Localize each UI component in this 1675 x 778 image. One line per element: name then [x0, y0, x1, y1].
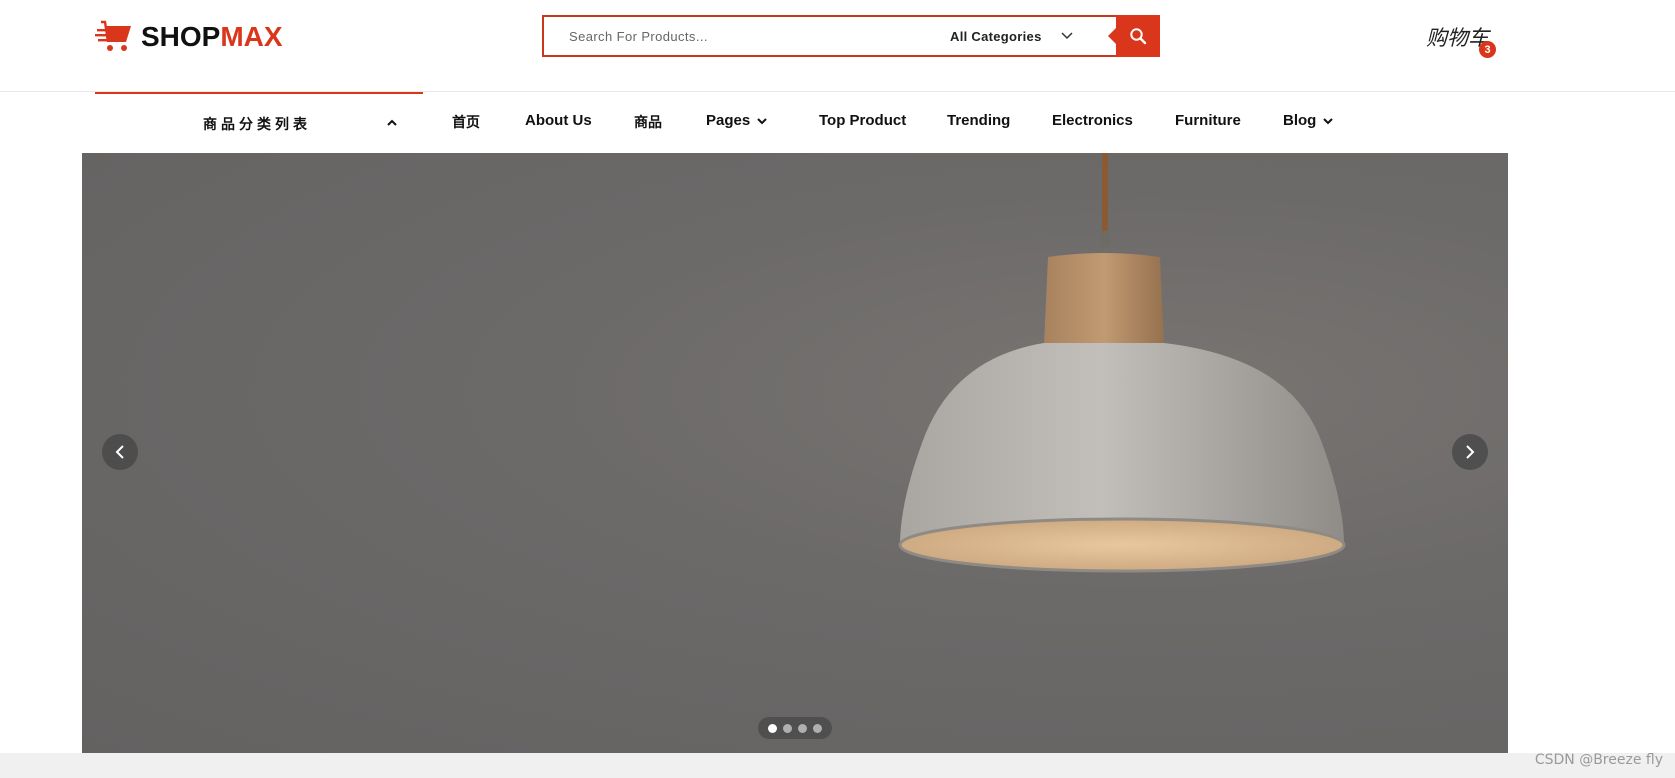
- watermark: CSDN @Breeze fly: [1534, 752, 1663, 768]
- nav-item-products[interactable]: 商品: [634, 112, 662, 132]
- nav-item-top-product[interactable]: Top Product: [819, 112, 906, 129]
- nav-item-label: Top Product: [819, 112, 907, 129]
- nav-item-electronics[interactable]: Electronics: [1052, 112, 1133, 129]
- content-strip: [0, 753, 1675, 778]
- shopping-cart-logo-icon: [95, 20, 131, 51]
- slider-pagination: [758, 717, 832, 739]
- category-menu-label: 商品分类列表: [203, 117, 311, 133]
- category-menu-toggle[interactable]: 商品分类列表: [95, 92, 423, 153]
- nav-item-home[interactable]: 首页: [452, 112, 480, 132]
- site-header: SHOPMAX All Categories 购物车 3: [0, 0, 1675, 92]
- slider-prev-button[interactable]: [102, 434, 138, 470]
- chevron-up-icon: [387, 119, 397, 126]
- search-input[interactable]: [544, 17, 924, 55]
- nav-item-label: Blog: [1283, 112, 1317, 129]
- nav-item-label: Furniture: [1175, 112, 1241, 129]
- nav-item-blog[interactable]: Blog: [1283, 112, 1334, 129]
- slider-dot-1[interactable]: [768, 723, 777, 733]
- nav-item-label: About Us: [525, 112, 592, 129]
- main-nav: 商品分类列表 首页 About Us 商品 Pages Top Product …: [0, 92, 1675, 153]
- slider-next-button[interactable]: [1452, 434, 1488, 470]
- nav-item-about-us[interactable]: About Us: [525, 112, 592, 129]
- category-select[interactable]: All Categories: [950, 17, 1100, 55]
- logo-text-max: MAX: [220, 21, 283, 52]
- nav-item-pages[interactable]: Pages: [706, 112, 768, 129]
- nav-item-label: Pages: [706, 112, 751, 129]
- search-icon: [1130, 28, 1147, 45]
- nav-item-label: 商品: [634, 115, 662, 131]
- category-select-label: All Categories: [950, 28, 1042, 44]
- slider-dot-2[interactable]: [783, 723, 792, 733]
- search-button[interactable]: [1108, 15, 1160, 57]
- slider-dot-3[interactable]: [798, 723, 807, 733]
- logo-text-shop: SHOP: [141, 21, 221, 52]
- logo[interactable]: SHOPMAX: [95, 20, 283, 54]
- nav-item-label: Trending: [947, 112, 1011, 129]
- cart-count-badge: 3: [1479, 41, 1496, 58]
- page: SHOPMAX All Categories 购物车 3 商品分类列表 首页 A…: [0, 0, 1675, 778]
- search-bar: All Categories: [542, 15, 1160, 57]
- nav-item-trending[interactable]: Trending: [947, 112, 1010, 129]
- nav-item-label: Electronics: [1052, 112, 1133, 129]
- hero-slider: [82, 153, 1508, 753]
- chevron-left-icon: [115, 445, 124, 459]
- pendant-lamp-image: [898, 153, 1346, 573]
- slider-dot-4[interactable]: [813, 723, 822, 733]
- nav-item-label: 首页: [452, 115, 480, 131]
- chevron-down-icon: [1061, 32, 1073, 40]
- chevron-down-icon: [1323, 117, 1334, 124]
- logo-text: SHOPMAX: [141, 21, 283, 53]
- chevron-right-icon: [1466, 445, 1475, 459]
- nav-item-furniture[interactable]: Furniture: [1175, 112, 1241, 129]
- chevron-down-icon: [757, 117, 767, 124]
